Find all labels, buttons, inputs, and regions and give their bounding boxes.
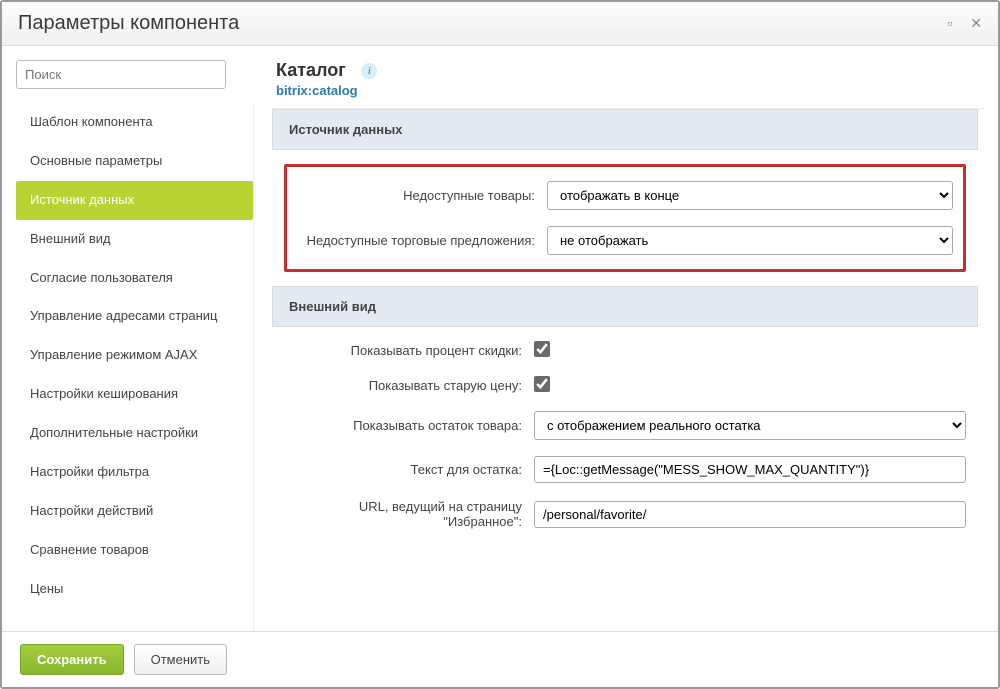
search-wrap — [16, 60, 254, 89]
search-input[interactable] — [16, 60, 226, 89]
input-stock-text[interactable] — [534, 456, 966, 483]
sidebar-item-6[interactable]: Управление режимом AJAX — [16, 336, 253, 375]
sidebar-item-4[interactable]: Согласие пользователя — [16, 259, 253, 298]
close-icon[interactable]: ✕ — [970, 15, 982, 32]
section-head-appearance: Внешний вид — [272, 286, 978, 327]
label-unavailable-offers: Недоступные торговые предложения: — [297, 233, 547, 248]
control-unavailable-offers: не отображать — [547, 226, 953, 255]
checkbox-discount-percent[interactable] — [534, 341, 550, 357]
info-icon[interactable]: i — [361, 63, 377, 79]
sidebar-list[interactable]: Шаблон компонентаОсновные параметрыИсточ… — [16, 103, 254, 631]
dialog-body: Шаблон компонентаОсновные параметрыИсточ… — [2, 46, 998, 631]
sidebar-item-12[interactable]: Цены — [16, 570, 253, 609]
component-params-dialog: Параметры компонента ▫ ✕ Шаблон компонен… — [0, 0, 1000, 689]
row-discount-percent: Показывать процент скидки: — [284, 341, 966, 360]
sidebar-item-0[interactable]: Шаблон компонента — [16, 103, 253, 142]
label-stock-text: Текст для остатка: — [284, 462, 534, 477]
row-old-price: Показывать старую цену: — [284, 376, 966, 395]
row-stock-text: Текст для остатка: — [284, 456, 966, 483]
control-unavailable-products: отображать в конце — [547, 181, 953, 210]
control-discount-percent — [534, 341, 966, 360]
cancel-button[interactable]: Отменить — [134, 644, 227, 675]
titlebar-controls: ▫ ✕ — [947, 15, 982, 32]
row-unavailable-offers: Недоступные торговые предложения: не ото… — [297, 226, 953, 255]
highlight-box: Недоступные товары: отображать в конце Н… — [284, 164, 966, 272]
row-unavailable-products: Недоступные товары: отображать в конце — [297, 181, 953, 210]
sidebar-item-3[interactable]: Внешний вид — [16, 220, 253, 259]
buttonbar: Сохранить Отменить — [2, 631, 998, 687]
label-unavailable-products: Недоступные товары: — [297, 188, 547, 203]
control-stock-text — [534, 456, 966, 483]
sidebar-item-11[interactable]: Сравнение товаров — [16, 531, 253, 570]
label-favorite-url: URL, ведущий на страницу "Избранное": — [284, 499, 534, 529]
sidebar-item-9[interactable]: Настройки фильтра — [16, 453, 253, 492]
select-show-stock[interactable]: с отображением реального остатка — [534, 411, 966, 440]
sidebar-item-8[interactable]: Дополнительные настройки — [16, 414, 253, 453]
save-button[interactable]: Сохранить — [20, 644, 124, 675]
sidebar: Шаблон компонентаОсновные параметрыИсточ… — [16, 60, 254, 631]
sidebar-list-wrap: Шаблон компонентаОсновные параметрыИсточ… — [16, 103, 254, 631]
row-show-stock: Показывать остаток товара: с отображение… — [284, 411, 966, 440]
input-favorite-url[interactable] — [534, 501, 966, 528]
main-content[interactable]: Источник данных Недоступные товары: отоб… — [272, 109, 984, 631]
section-body-appearance: Показывать процент скидки: Показывать ст… — [272, 327, 978, 543]
sidebar-item-5[interactable]: Управление адресами страниц — [16, 297, 253, 336]
label-show-stock: Показывать остаток товара: — [284, 418, 534, 433]
control-favorite-url — [534, 501, 966, 528]
sidebar-item-1[interactable]: Основные параметры — [16, 142, 253, 181]
sidebar-item-2[interactable]: Источник данных — [16, 181, 253, 220]
sidebar-item-10[interactable]: Настройки действий — [16, 492, 253, 531]
select-unavailable-products[interactable]: отображать в конце — [547, 181, 953, 210]
row-favorite-url: URL, ведущий на страницу "Избранное": — [284, 499, 966, 529]
section-body-data-source: Недоступные товары: отображать в конце Н… — [272, 150, 978, 286]
maximize-icon[interactable]: ▫ — [947, 15, 952, 32]
sidebar-item-7[interactable]: Настройки кеширования — [16, 375, 253, 414]
label-discount-percent: Показывать процент скидки: — [284, 343, 534, 358]
checkbox-old-price[interactable] — [534, 376, 550, 392]
main-header: Каталог i bitrix:catalog — [272, 60, 984, 108]
main-content-wrap: Источник данных Недоступные товары: отоб… — [272, 108, 984, 631]
control-show-stock: с отображением реального остатка — [534, 411, 966, 440]
select-unavailable-offers[interactable]: не отображать — [547, 226, 953, 255]
label-old-price: Показывать старую цену: — [284, 378, 534, 393]
titlebar: Параметры компонента ▫ ✕ — [2, 2, 998, 46]
component-title: Каталог — [276, 60, 346, 81]
component-name: bitrix:catalog — [276, 83, 984, 98]
section-head-data-source: Источник данных — [272, 109, 978, 150]
control-old-price — [534, 376, 966, 395]
dialog-title: Параметры компонента — [18, 12, 239, 35]
main-panel: Каталог i bitrix:catalog Источник данных… — [272, 60, 984, 631]
